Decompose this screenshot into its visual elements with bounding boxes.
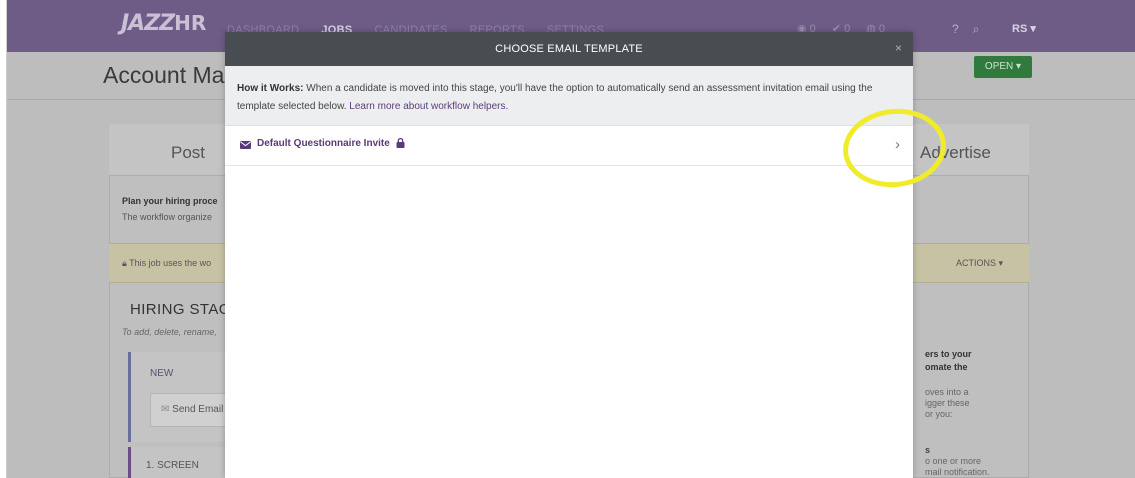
stage-screen-label: 1. SCREEN: [146, 460, 199, 471]
jazzhr-logo[interactable]: JAZZHR: [121, 11, 206, 37]
envelope-icon: ✉: [161, 404, 173, 415]
nav-tools: ? ⌕: [952, 22, 979, 37]
close-icon[interactable]: ×: [895, 41, 902, 55]
sidebar-help-text: oves into a igger these or you:: [925, 387, 970, 419]
open-status-button[interactable]: OPEN ▾: [974, 56, 1032, 78]
plan-description: The workflow organize: [122, 212, 213, 222]
how-it-works-text: How it Works: When a candidate is moved …: [237, 83, 873, 112]
tab-post[interactable]: Post: [171, 143, 205, 163]
workflow-helpers-link[interactable]: Learn more about workflow helpers.: [349, 101, 508, 112]
template-name[interactable]: Default Questionnaire Invite: [257, 138, 390, 149]
actions-dropdown[interactable]: ACTIONS ▾: [956, 258, 1003, 269]
search-icon[interactable]: ⌕: [973, 22, 980, 37]
help-icon[interactable]: ?: [952, 22, 959, 37]
hiring-stages-hint: To add, delete, rename,: [122, 327, 217, 337]
user-menu[interactable]: RS ▾: [1012, 22, 1036, 35]
plan-heading: Plan your hiring proce: [122, 196, 218, 206]
lock-icon: [396, 138, 405, 148]
workflow-notice: 🔒︎ This job uses the wo: [122, 258, 212, 268]
stage-new-label: NEW: [150, 368, 174, 379]
page-title: Account Mar: [103, 62, 233, 88]
sidebar-help-text-2: so one or more mail notification.: [925, 445, 990, 477]
sidebar-help-heading: ers to your omate the: [925, 349, 972, 372]
envelope-icon: [240, 141, 251, 149]
modal-title: CHOOSE EMAIL TEMPLATE: [495, 43, 643, 55]
